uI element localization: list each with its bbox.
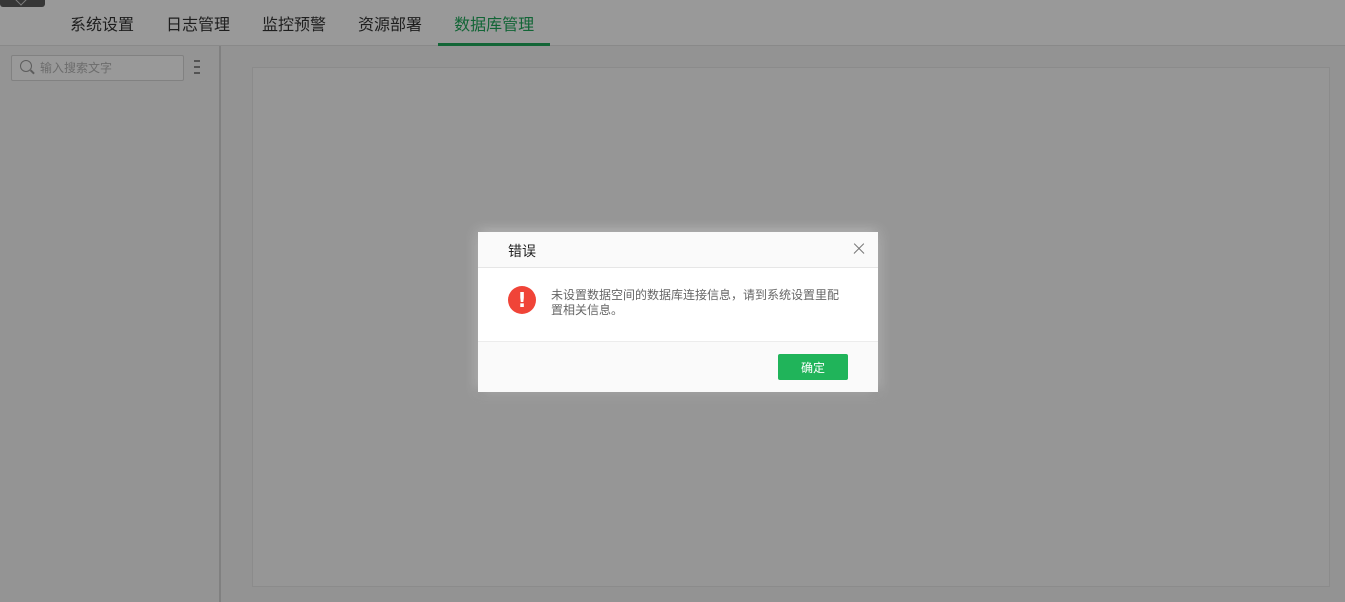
dialog-body: ! 未设置数据空间的数据库连接信息，请到系统设置里配置相关信息。: [478, 268, 878, 342]
error-icon: !: [508, 286, 536, 314]
dialog-message: 未设置数据空间的数据库连接信息，请到系统设置里配置相关信息。: [551, 288, 840, 317]
app-window: 系统设置 日志管理 监控预警 资源部署 数据库管理 错误 ! 未设置数据空间的数…: [0, 0, 1345, 602]
dialog-footer: 确定: [478, 342, 878, 392]
dialog-header: 错误: [478, 232, 878, 268]
ok-button[interactable]: 确定: [778, 354, 848, 380]
close-icon[interactable]: [852, 242, 866, 256]
error-dialog: 错误 ! 未设置数据空间的数据库连接信息，请到系统设置里配置相关信息。 确定: [478, 232, 878, 392]
dialog-title: 错误: [508, 244, 536, 260]
